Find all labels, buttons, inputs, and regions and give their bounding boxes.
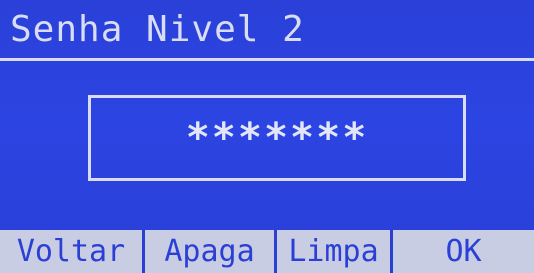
password-masked-value: ******* xyxy=(185,115,369,161)
title-divider xyxy=(0,58,534,61)
softkey-bar: Voltar Apaga Limpa OK xyxy=(0,230,534,273)
lcd-screen: Senha Nivel 2 ******* Voltar Apaga Limpa… xyxy=(0,0,534,273)
back-button[interactable]: Voltar xyxy=(0,230,142,273)
delete-button[interactable]: Apaga xyxy=(142,230,274,273)
screen-title: Senha Nivel 2 xyxy=(10,9,305,50)
password-field[interactable]: ******* xyxy=(88,95,466,181)
clear-button[interactable]: Limpa xyxy=(274,230,390,273)
ok-button[interactable]: OK xyxy=(390,230,534,273)
